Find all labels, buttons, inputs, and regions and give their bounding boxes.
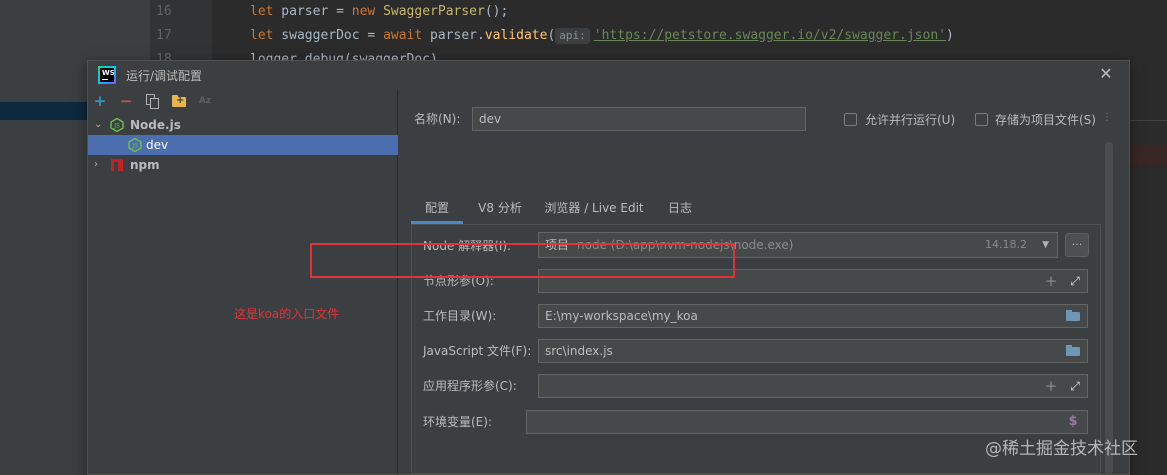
sort-icon[interactable]: Az	[196, 92, 214, 110]
line-number: 18	[156, 52, 172, 60]
copy-config-icon[interactable]	[143, 92, 161, 110]
error-highlight	[1130, 145, 1167, 165]
app-params-input[interactable]: + ⤢	[538, 374, 1088, 398]
code-text: (	[547, 28, 556, 43]
plus-icon[interactable]: +	[1043, 375, 1059, 397]
dollar-icon[interactable]: $	[1065, 411, 1081, 433]
nodejs-icon: JS	[110, 117, 124, 133]
tree-item-label: Node.js	[130, 118, 181, 132]
name-input[interactable]: dev	[472, 107, 806, 131]
keyword: new	[351, 4, 376, 19]
interpreter-label: Node 解释器(I):	[423, 239, 512, 253]
code-text: swaggerDoc =	[273, 28, 384, 43]
chevron-right-icon[interactable]: ›	[94, 155, 106, 175]
config-detail-panel: 名称(N): dev 允许并行运行(U) 存储为项目文件(S) ⋮ 配置 V8 …	[399, 89, 1129, 474]
tree-item-label: npm	[130, 158, 160, 172]
workdir-input[interactable]: E:\my-workspace\my_koa	[538, 304, 1088, 328]
config-tabs: 配置 V8 分析 浏览器 / Live Edit 日志	[411, 196, 1111, 224]
svg-text:JS: JS	[131, 143, 138, 150]
url-string[interactable]: 'https://petstore.swagger.io/v2/swagger.…	[594, 28, 946, 43]
node-params-input[interactable]: + ⤢	[538, 269, 1088, 293]
line-number: 17	[156, 28, 172, 43]
code-text: logger.debug(swaggerDoc)	[250, 52, 438, 60]
config-tree: ⌄ JS Node.js JS dev › npm	[88, 115, 398, 175]
chevron-down-icon: ▼	[1042, 240, 1049, 250]
plus-icon[interactable]: +	[1043, 270, 1059, 292]
run-debug-config-dialog: WS 运行/调试配置 ✕ + − + Az ⌄ JS Node.js JS de…	[87, 60, 1130, 475]
svg-text:JS: JS	[113, 123, 120, 130]
more-options-icon[interactable]: ⋮	[1102, 113, 1112, 123]
name-label: 名称(N):	[414, 112, 461, 126]
tree-item-dev[interactable]: JS dev	[88, 135, 398, 155]
interpreter-browse-button[interactable]: ...	[1065, 233, 1089, 257]
tree-item-label: dev	[146, 138, 169, 152]
js-file-label: JavaScript 文件(F):	[423, 344, 532, 358]
interpreter-select[interactable]: 项目 node (D:\app\nvm-nodejs\node.exe) 14.1…	[538, 232, 1058, 258]
separator	[1130, 120, 1167, 121]
node-params-label: 节点形参(O):	[423, 274, 494, 288]
tab-logs[interactable]: 日志	[661, 196, 699, 224]
store-project-file-checkbox[interactable]	[975, 113, 988, 126]
npm-icon	[111, 159, 123, 171]
class-name: SwaggerParser	[375, 4, 485, 19]
code-text: ();	[484, 4, 509, 19]
new-folder-icon[interactable]: +	[170, 92, 188, 110]
code-text: parser.	[422, 28, 485, 43]
code-line[interactable]: 18 logger.debug(swaggerDoc)	[150, 48, 1167, 60]
editor-right-area	[1130, 0, 1167, 475]
code-line[interactable]: 17 let swaggerDoc = await parser.validate…	[150, 24, 1167, 48]
workdir-value: E:\my-workspace\my_koa	[545, 309, 698, 323]
tree-item-npm[interactable]: › npm	[88, 155, 398, 175]
keyword: await	[383, 28, 423, 43]
env-label: 环境变量(E):	[423, 415, 492, 429]
code-text: )	[945, 28, 954, 43]
close-icon[interactable]: ✕	[1097, 65, 1115, 83]
annotation-text: 这是koa的入口文件	[234, 307, 340, 321]
parallel-run-checkbox[interactable]	[844, 113, 857, 126]
config-tree-panel: + − + Az ⌄ JS Node.js JS dev › npm	[88, 89, 398, 474]
folder-icon[interactable]	[1065, 340, 1081, 362]
interpreter-version: 14.18.2	[985, 238, 1027, 251]
watermark: @稀土掘金技术社区	[985, 439, 1138, 459]
scrollbar[interactable]	[1105, 142, 1113, 475]
webstorm-logo-icon: WS	[98, 66, 116, 84]
nodejs-icon: JS	[128, 137, 142, 153]
code-text: parser =	[273, 4, 352, 19]
parallel-run-label[interactable]: 允许并行运行(U)	[865, 112, 955, 128]
tab-v8-profiling[interactable]: V8 分析	[471, 196, 529, 224]
chevron-down-icon[interactable]: ⌄	[94, 115, 106, 135]
tree-toolbar: + − + Az	[88, 89, 398, 113]
expand-icon[interactable]: ⤢	[1067, 270, 1083, 292]
tab-config[interactable]: 配置	[411, 196, 463, 224]
line-number: 16	[156, 4, 172, 19]
env-input[interactable]: $	[526, 410, 1088, 434]
code-line[interactable]: 16 let parser = new SwaggerParser();	[150, 0, 1167, 24]
dialog-titlebar[interactable]: WS 运行/调试配置 ✕	[88, 61, 1129, 89]
folder-icon[interactable]	[1065, 305, 1081, 327]
keyword: let	[250, 4, 274, 19]
add-config-button[interactable]: +	[91, 92, 109, 110]
keyword: let	[250, 28, 274, 43]
workdir-label: 工作目录(W):	[423, 309, 497, 323]
interpreter-main: 项目	[545, 238, 570, 252]
js-file-input[interactable]: src\index.js	[538, 339, 1088, 363]
tree-item-nodejs[interactable]: ⌄ JS Node.js	[88, 115, 398, 135]
store-project-file-label[interactable]: 存储为项目文件(S)	[995, 112, 1096, 128]
tab-browser-live-edit[interactable]: 浏览器 / Live Edit	[541, 196, 647, 224]
app-params-label: 应用程序形参(C):	[423, 379, 517, 393]
parameter-hint: api:	[555, 28, 590, 44]
remove-config-button[interactable]: −	[117, 92, 135, 110]
function-name: validate	[484, 28, 548, 43]
expand-icon[interactable]: ⤢	[1067, 375, 1083, 397]
dialog-title: 运行/调试配置	[126, 69, 203, 83]
js-file-value: src\index.js	[545, 344, 613, 358]
interpreter-path: node (D:\app\nvm-nodejs\node.exe)	[577, 238, 794, 252]
